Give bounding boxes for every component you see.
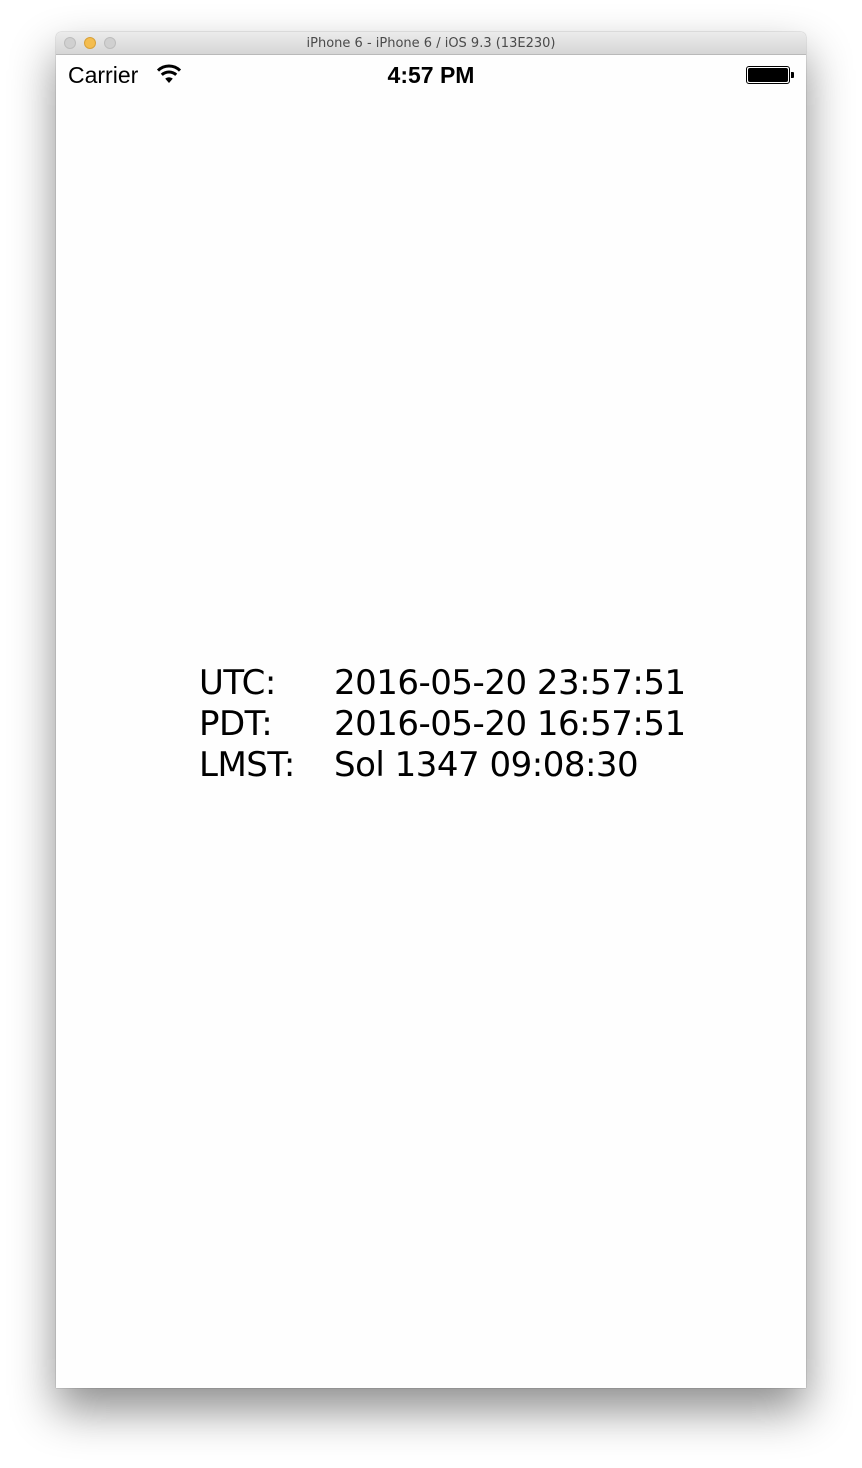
time-readout: UTC: 2016-05-20 23:57:51 PDT: 2016-05-20 1… [199, 663, 686, 786]
status-clock: 4:57 PM [387, 62, 475, 88]
battery-fill [748, 68, 788, 82]
lmst-row: LMST: Sol 1347 09:08:30 [199, 745, 686, 786]
status-bar: Carrier 4:57 PM [56, 55, 806, 95]
utc-value: 2016-05-20 23:57:51 [334, 663, 686, 703]
battery-icon [746, 66, 794, 84]
utc-label: UTC: [199, 663, 276, 703]
pdt-value: 2016-05-20 16:57:51 [334, 704, 686, 744]
simulator-window: iPhone 6 - iPhone 6 / iOS 9.3 (13E230) C… [56, 32, 806, 1388]
lmst-label: LMST: [199, 745, 295, 785]
device-screen: Carrier 4:57 PM UTC: 2016-05-20 23:57:51 … [56, 55, 806, 1388]
window-titlebar[interactable]: iPhone 6 - iPhone 6 / iOS 9.3 (13E230) [56, 32, 806, 55]
utc-row: UTC: 2016-05-20 23:57:51 [199, 663, 686, 704]
pdt-label: PDT: [199, 704, 273, 744]
pdt-row: PDT: 2016-05-20 16:57:51 [199, 704, 686, 745]
window-title: iPhone 6 - iPhone 6 / iOS 9.3 (13E230) [306, 36, 556, 51]
lmst-value: Sol 1347 09:08:30 [334, 745, 639, 785]
